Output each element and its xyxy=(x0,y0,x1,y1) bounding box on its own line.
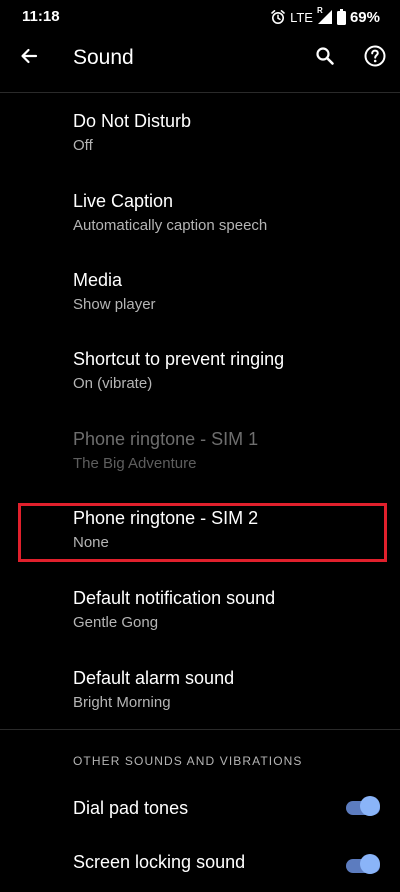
network-type: LTE xyxy=(290,9,313,25)
pref-do-not-disturb[interactable]: Do Not Disturb Off xyxy=(0,101,400,179)
battery-icon xyxy=(336,9,346,25)
signal-badge: R xyxy=(316,6,323,15)
pref-summary: Off xyxy=(73,137,93,154)
dial-pad-tones-toggle[interactable] xyxy=(346,796,380,820)
status-bar: 11:18 LTE R 69% xyxy=(0,0,400,34)
app-bar: Sound xyxy=(0,34,400,84)
pref-media[interactable]: Media Show player xyxy=(0,260,400,338)
pref-title: Shortcut to prevent ringing xyxy=(73,349,285,369)
pref-title: Default notification sound xyxy=(73,588,276,608)
pref-live-caption[interactable]: Live Caption Automatically caption speec… xyxy=(0,181,400,259)
pref-summary: None xyxy=(73,534,109,551)
switch-thumb xyxy=(360,854,380,874)
pref-summary: Bright Morning xyxy=(73,694,171,711)
pref-dial-pad-tones[interactable]: Dial pad tones xyxy=(0,782,400,838)
alarm-icon xyxy=(270,9,286,25)
switch-thumb xyxy=(360,796,380,816)
section-header: OTHER SOUNDS AND VIBRATIONS xyxy=(73,754,303,768)
pref-summary: Gentle Gong xyxy=(73,614,159,631)
search-button[interactable] xyxy=(310,43,340,73)
help-button[interactable] xyxy=(360,43,390,73)
pref-screen-locking-sound[interactable]: Screen locking sound xyxy=(0,836,400,892)
status-time: 11:18 xyxy=(22,8,60,25)
pref-summary: Automatically caption speech xyxy=(73,217,268,234)
pref-title: Live Caption xyxy=(73,191,174,211)
pref-title: Phone ringtone - SIM 2 xyxy=(73,508,259,528)
pref-title: Phone ringtone - SIM 1 xyxy=(73,429,259,449)
back-arrow-icon xyxy=(19,46,39,71)
section-divider xyxy=(0,729,400,730)
search-icon xyxy=(315,46,335,71)
pref-title: Default alarm sound xyxy=(73,668,235,688)
pref-prevent-ringing-shortcut[interactable]: Shortcut to prevent ringing On (vibrate) xyxy=(0,339,400,417)
pref-ringtone-sim2[interactable]: Phone ringtone - SIM 2 None xyxy=(0,498,400,576)
page-title: Sound xyxy=(73,46,134,69)
status-icons: LTE R 69% xyxy=(270,6,380,27)
screen-locking-sound-toggle[interactable] xyxy=(346,854,380,878)
help-icon xyxy=(363,44,387,73)
pref-title: Screen locking sound xyxy=(73,852,246,872)
pref-title: Media xyxy=(73,270,123,290)
back-button[interactable] xyxy=(14,43,44,73)
pref-summary: Show player xyxy=(73,296,156,313)
pref-ringtone-sim1: Phone ringtone - SIM 1 The Big Adventure xyxy=(0,419,400,497)
battery-percent: 69% xyxy=(349,8,380,26)
signal-icon: R xyxy=(316,6,333,25)
pref-default-alarm-sound[interactable]: Default alarm sound Bright Morning xyxy=(0,658,400,736)
app-bar-divider xyxy=(0,92,400,93)
pref-title: Dial pad tones xyxy=(73,798,189,818)
pref-summary: The Big Adventure xyxy=(73,455,197,472)
pref-summary: On (vibrate) xyxy=(73,375,153,392)
pref-title: Do Not Disturb xyxy=(73,111,192,131)
pref-default-notification-sound[interactable]: Default notification sound Gentle Gong xyxy=(0,578,400,656)
